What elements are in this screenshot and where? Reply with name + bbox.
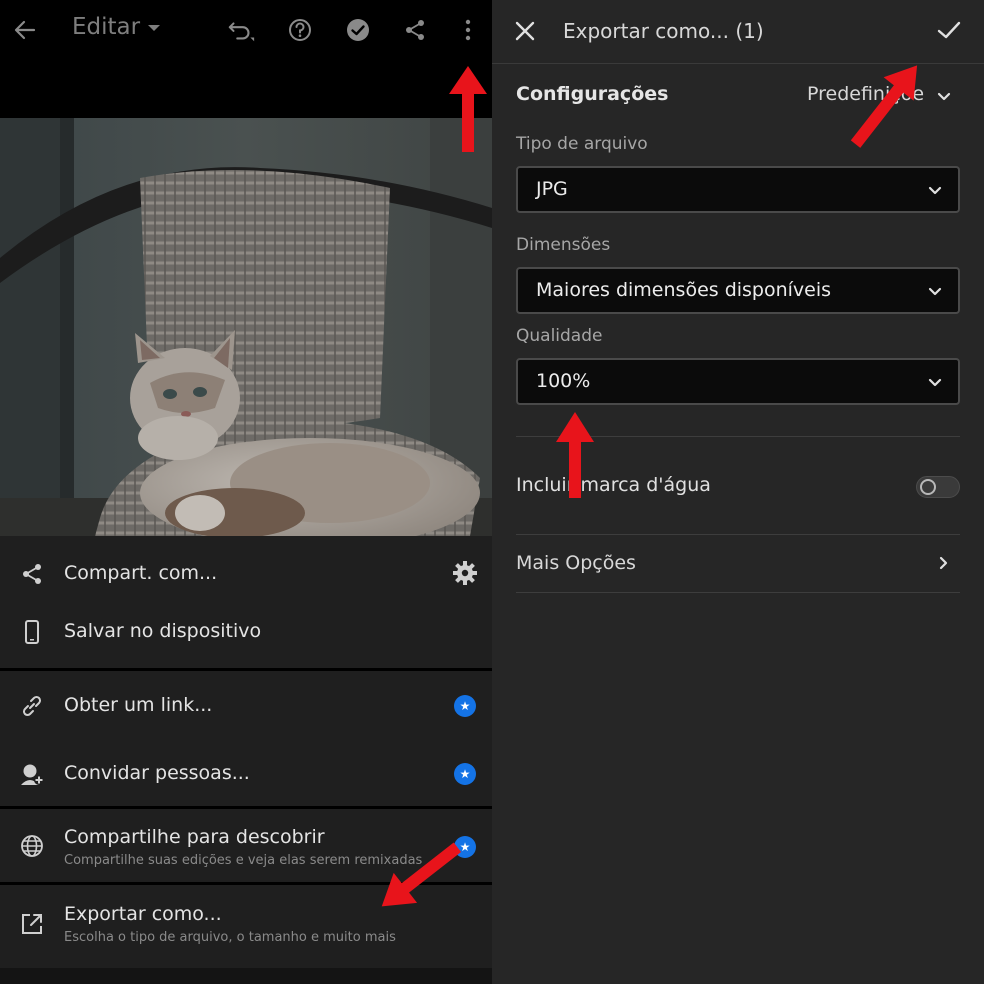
menu-item-label: Compart. com... [64, 562, 218, 584]
section-divider [516, 534, 960, 535]
help-icon[interactable] [285, 15, 315, 45]
cat-on-wicker-chair-photo [0, 118, 492, 536]
menu-item-save-to-device[interactable]: Salvar no dispositivo [0, 604, 492, 660]
premium-star-badge: ★ [454, 763, 476, 785]
menu-item-export-as[interactable]: Exportar como... Escolha o tipo de arqui… [0, 892, 492, 960]
link-icon [18, 692, 46, 720]
premium-star-badge: ★ [454, 695, 476, 717]
presets-label: Predefinições [807, 83, 925, 105]
menu-item-share-to-discover[interactable]: Compartilhe para descobrir Compartilhe s… [0, 814, 492, 882]
menu-item-invite-people[interactable]: Convidar pessoas... ★ [0, 746, 492, 802]
toggle-knob [920, 479, 936, 495]
more-options-label: Mais Opções [516, 552, 636, 574]
globe-icon [18, 832, 46, 860]
gear-icon[interactable] [452, 560, 480, 588]
settings-heading: Configurações [516, 83, 669, 105]
dimensions-value: Maiores dimensões disponíveis [536, 279, 832, 301]
dialog-title: Exportar como... (1) [563, 19, 764, 43]
chevron-down-icon [926, 181, 944, 199]
file-type-label: Tipo de arquivo [516, 134, 648, 154]
menu-divider [0, 882, 492, 885]
more-options-row[interactable]: Mais Opções [516, 540, 960, 588]
edit-top-bar: Editar [0, 0, 492, 62]
menu-item-label: Exportar como... [64, 903, 222, 925]
menu-divider [0, 668, 492, 671]
file-type-value: JPG [536, 178, 568, 200]
chevron-down-icon [926, 373, 944, 391]
back-arrow-icon[interactable] [10, 15, 40, 45]
menu-item-label: Obter um link... [64, 694, 213, 716]
watermark-toggle[interactable] [916, 476, 960, 498]
menu-item-sublabel: Escolha o tipo de arquivo, o tamanho e m… [64, 930, 396, 945]
menu-item-label: Salvar no dispositivo [64, 620, 262, 642]
more-vertical-icon[interactable] [453, 15, 483, 45]
phone-icon [18, 618, 46, 646]
check-circle-icon[interactable] [343, 15, 373, 45]
section-divider [516, 436, 960, 437]
undo-icon[interactable] [226, 15, 256, 45]
menu-item-get-link[interactable]: Obter um link... ★ [0, 678, 492, 734]
chevron-right-icon [934, 554, 952, 572]
menu-item-share-with[interactable]: Compart. com... [0, 546, 492, 602]
quality-label: Qualidade [516, 326, 603, 346]
menu-bottom-strip [0, 968, 492, 984]
caret-down-icon [148, 25, 161, 31]
chevron-down-icon [935, 87, 953, 105]
close-icon[interactable] [512, 18, 540, 46]
chevron-down-icon [926, 282, 944, 300]
premium-star-badge: ★ [454, 836, 476, 858]
export-as-dialog: Exportar como... (1) Configurações Prede… [492, 0, 984, 984]
add-person-icon [18, 760, 46, 788]
lightroom-edit-screen: Editar Compart. com... Salvar no disposi… [0, 0, 492, 984]
quality-value: 100% [536, 370, 591, 392]
edit-mode-label: Editar [72, 14, 141, 40]
share-icon [18, 560, 46, 588]
file-type-select[interactable]: JPG [516, 166, 960, 213]
menu-item-label: Compartilhe para descobrir [64, 826, 325, 848]
menu-divider [0, 806, 492, 809]
dialog-header: Exportar como... (1) [492, 0, 984, 64]
menu-item-label: Convidar pessoas... [64, 762, 250, 784]
photo-preview [0, 118, 492, 536]
checkmark-icon[interactable] [936, 17, 964, 45]
watermark-label: Incluir marca d'água [516, 474, 711, 496]
dimensions-select[interactable]: Maiores dimensões disponíveis [516, 267, 960, 314]
share-menu: Compart. com... Salvar no dispositivo Ob… [0, 536, 492, 984]
dimensions-label: Dimensões [516, 235, 611, 255]
quality-select[interactable]: 100% [516, 358, 960, 405]
edit-mode-dropdown[interactable]: Editar [72, 14, 161, 40]
presets-dropdown[interactable]: Predefinições [807, 80, 962, 112]
section-divider [516, 592, 960, 593]
share-icon[interactable] [400, 15, 430, 45]
export-icon [18, 910, 46, 938]
menu-item-sublabel: Compartilhe suas edições e veja elas ser… [64, 853, 423, 868]
